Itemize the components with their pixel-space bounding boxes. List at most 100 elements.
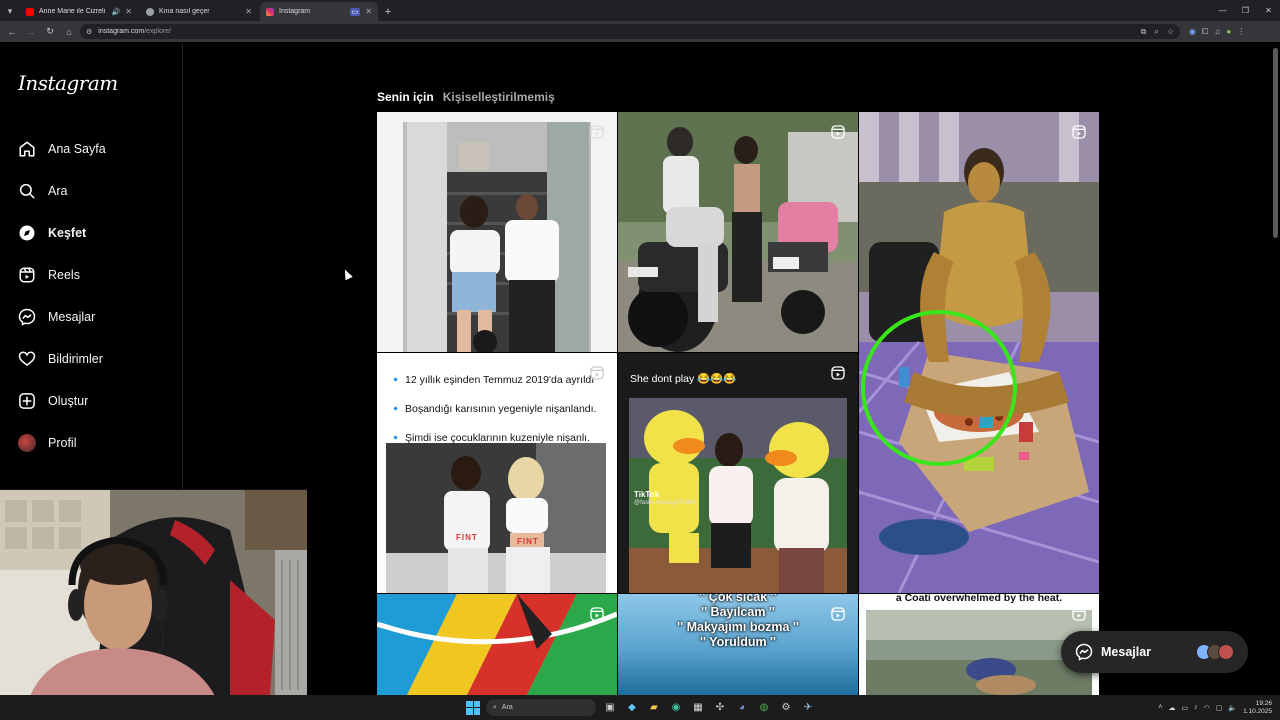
wifi-icon[interactable]: ◠ — [1204, 704, 1210, 712]
sidebar-item-explore[interactable]: Keşfet — [0, 212, 183, 254]
forward-icon[interactable]: → — [23, 24, 39, 40]
close-tab-icon[interactable]: ✕ — [245, 7, 252, 16]
explore-post-escalator[interactable] — [377, 112, 617, 352]
tab-share-icon[interactable]: ▭ — [349, 7, 361, 16]
explore-post-motorcycle[interactable] — [618, 112, 858, 352]
mic-icon[interactable]: ♪ — [1194, 704, 1198, 711]
tab-for-you[interactable]: Senin için — [377, 90, 434, 104]
address-bar[interactable]: ⚙ instagram.com/explore/ ⧉ ⌕ ☆ — [80, 24, 1180, 39]
sidebar-item-label: Reels — [48, 268, 80, 282]
media-control-icon[interactable]: ♫ — [1214, 27, 1220, 37]
sidebar-item-label: Mesajlar — [48, 310, 96, 324]
zoom-icon[interactable]: ⌕ — [1154, 27, 1158, 37]
extensions-puzzle-icon[interactable]: ⧠ — [1202, 27, 1208, 37]
explore-grid: 🔹 12 yıllık eşinden Temmuz 2019'da ayrıl… — [377, 112, 1099, 695]
explore-tabs: Senin için Kişiselleştirilmemiş — [377, 90, 555, 104]
caption-line: '' Çok sıcak '' — [699, 594, 777, 604]
store-icon[interactable]: ▦ — [690, 700, 706, 716]
explore-post-mascots[interactable]: She dont play 😂😂😂 TikTok @fashionnancy07… — [618, 353, 858, 593]
edge-icon[interactable]: ◉ — [668, 700, 684, 716]
app-icon[interactable]: ✣ — [712, 700, 728, 716]
install-app-icon[interactable]: ⧉ — [1141, 27, 1147, 37]
windows-start-icon[interactable] — [466, 700, 480, 715]
sidebar-item-reels[interactable]: Reels — [0, 254, 183, 296]
chrome-menu-icon[interactable]: ⋮ — [1237, 27, 1245, 37]
sidebar-item-create[interactable]: Oluştur — [0, 380, 183, 422]
explore-post-umbrellas[interactable] — [377, 594, 617, 695]
file-explorer-icon[interactable]: ▰ — [646, 700, 662, 716]
mouse-cursor — [341, 267, 353, 281]
extension-icon[interactable]: ◉ — [1189, 27, 1196, 37]
instagram-logo[interactable]: Instagram — [18, 71, 118, 95]
home-icon — [19, 141, 35, 157]
extensions-area: ◉ ⧠ ♫ ● ⋮ — [1189, 27, 1245, 37]
sidebar-item-notifications[interactable]: Bildirimler — [0, 338, 183, 380]
chrome-icon[interactable]: ◍ — [756, 700, 772, 716]
tab-not-personalized[interactable]: Kişiselleştirilmemiş — [443, 90, 555, 104]
home-page-icon[interactable]: ⌂ — [61, 24, 77, 40]
new-tab-button[interactable]: + — [378, 2, 398, 21]
browser-tab-youtube[interactable]: Anne Marie ile Cizreli Meh 🔊 ✕ — [20, 2, 138, 21]
sidebar-item-label: Profil — [48, 436, 77, 450]
speaker-icon[interactable]: 🔊 — [112, 8, 121, 16]
taskbar-clock[interactable]: 19:26 1.10.2025 — [1243, 700, 1272, 716]
post-image — [859, 112, 1099, 593]
globe-favicon-icon — [146, 7, 154, 16]
youtube-favicon-icon — [26, 7, 34, 16]
display-icon[interactable]: ▢ — [1216, 704, 1223, 712]
close-tab-icon[interactable]: ✕ — [365, 7, 372, 16]
close-window-icon[interactable]: ✕ — [1257, 0, 1280, 21]
browser-tab-instagram[interactable]: Instagram ▭ ✕ — [260, 2, 378, 21]
task-view-icon[interactable]: ▣ — [602, 700, 618, 716]
speaker-icon[interactable]: 🔈 — [1228, 704, 1237, 712]
messenger-icon — [1075, 643, 1093, 661]
taskbar-apps: ⌕ Ara ▣ ◆ ▰ ◉ ▦ ✣ ◕ ◍ ⚙ ✈ — [466, 699, 816, 716]
browser-tab-search[interactable]: Kına nasıl geçer ✕ — [140, 2, 258, 21]
shirt-text: FINT — [517, 537, 539, 546]
sidebar-item-search[interactable]: Ara — [0, 170, 183, 212]
tab-search-icon[interactable]: ▾ — [0, 1, 20, 21]
sidebar-item-home[interactable]: Ana Sayfa — [0, 128, 183, 170]
sidebar-item-messages[interactable]: Mesajlar — [0, 296, 183, 338]
explore-post-couple-text[interactable]: 🔹 12 yıllık eşinden Temmuz 2019'da ayrıl… — [377, 353, 617, 593]
clock-date: 1.10.2025 — [1243, 707, 1272, 715]
close-tab-icon[interactable]: ✕ — [125, 7, 132, 16]
bookmark-star-icon[interactable]: ☆ — [1167, 27, 1174, 37]
steam-icon[interactable]: ✈ — [800, 700, 816, 716]
network-icon[interactable]: ▭ — [1182, 704, 1189, 712]
explore-post-makeup-text[interactable]: '' Çok sıcak '' '' Bayılcam '' '' Makyaj… — [618, 594, 858, 695]
messages-floating-button[interactable]: Mesajlar — [1061, 631, 1248, 673]
explore-post-bodybuilder[interactable] — [859, 112, 1099, 593]
profile-icon[interactable]: ● — [1226, 27, 1231, 37]
settings-icon[interactable]: ⚙ — [778, 700, 794, 716]
webcam-overlay — [0, 489, 307, 695]
caption-line: '' Bayılcam '' — [701, 605, 775, 619]
restore-icon[interactable]: ❐ — [1234, 0, 1257, 21]
plus-square-icon — [19, 393, 35, 409]
reload-icon[interactable]: ↻ — [42, 24, 58, 40]
caption-line: '' Makyajımı bozma '' — [677, 620, 799, 634]
windows-taskbar: ⌕ Ara ▣ ◆ ▰ ◉ ▦ ✣ ◕ ◍ ⚙ ✈ ˄ ☁ ▭ ♪ ◠ ▢ 🔈 … — [0, 695, 1280, 720]
caption-line: 🔹 Boşandığı karısının yegeniyle nişanlan… — [389, 403, 597, 415]
reel-icon — [831, 366, 845, 380]
tab-title: Kına nasıl geçer — [159, 8, 210, 15]
avatar — [1218, 644, 1234, 660]
back-icon[interactable]: ← — [4, 24, 20, 40]
site-info-icon[interactable]: ⚙ — [86, 28, 92, 36]
reels-icon — [19, 267, 35, 283]
post-image — [618, 112, 858, 352]
sidebar-item-profile[interactable]: Profil — [0, 422, 183, 464]
page-scrollbar[interactable] — [1273, 48, 1278, 238]
search-icon — [19, 183, 35, 199]
cloud-icon[interactable]: ☁ — [1169, 704, 1176, 712]
minimize-icon[interactable]: — — [1211, 0, 1234, 21]
webcam-feed-image — [0, 490, 307, 695]
compass-icon — [19, 225, 35, 241]
post-image — [377, 594, 617, 695]
tray-overflow-icon[interactable]: ˄ — [1158, 704, 1162, 711]
tab-title: Instagram — [279, 8, 311, 15]
discord-icon[interactable]: ◕ — [734, 700, 750, 716]
copilot-icon[interactable]: ◆ — [624, 700, 640, 716]
taskbar-search[interactable]: ⌕ Ara — [486, 699, 596, 716]
reel-icon — [590, 607, 604, 621]
